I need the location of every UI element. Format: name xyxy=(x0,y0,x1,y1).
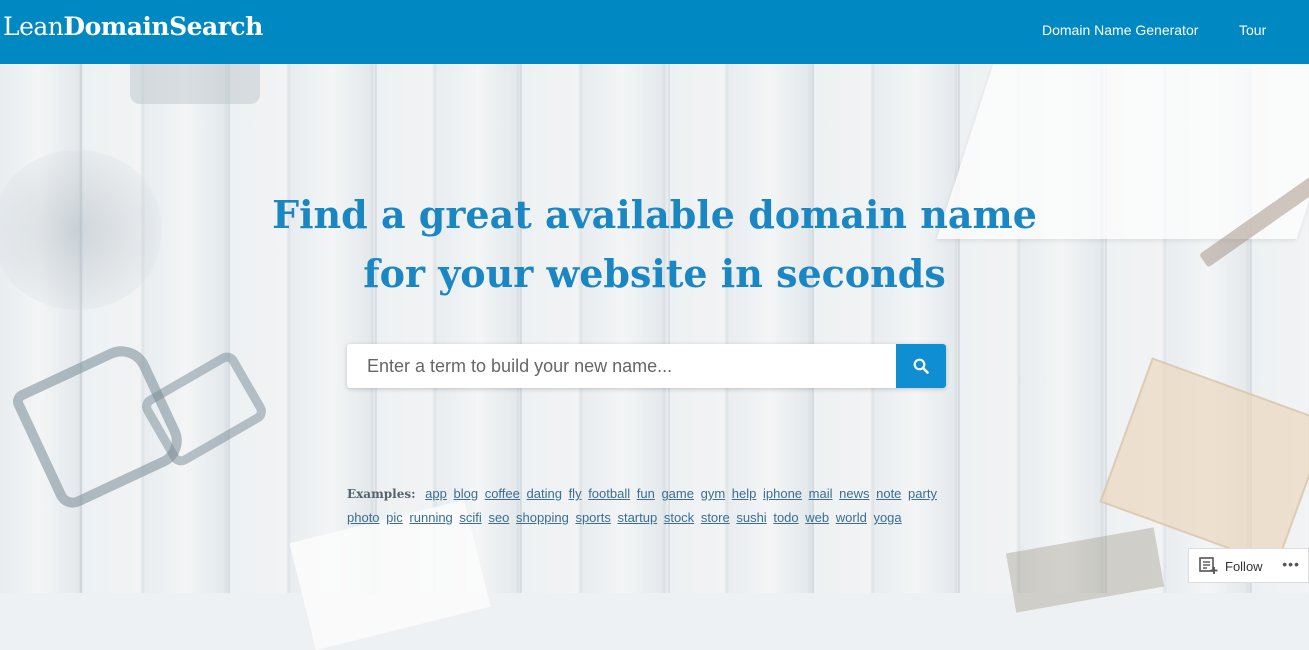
example-link-app[interactable]: app xyxy=(425,486,447,501)
search-box xyxy=(347,344,946,388)
example-link-seo[interactable]: seo xyxy=(488,510,509,525)
header-bar: LeanDomainSearch Domain Name Generator T… xyxy=(0,0,1309,64)
reader-follow-icon xyxy=(1199,557,1218,574)
example-link-store[interactable]: store xyxy=(701,510,730,525)
example-link-scifi[interactable]: scifi xyxy=(459,510,481,525)
follow-button[interactable]: Follow xyxy=(1199,557,1263,575)
example-link-fly[interactable]: fly xyxy=(569,486,582,501)
example-link-yoga[interactable]: yoga xyxy=(873,510,901,525)
search-button[interactable] xyxy=(896,344,946,388)
headline-line-1: Find a great available domain name xyxy=(272,192,1037,237)
example-link-note[interactable]: note xyxy=(876,486,901,501)
example-link-fun[interactable]: fun xyxy=(637,486,655,501)
example-link-dating[interactable]: dating xyxy=(527,486,562,501)
search-icon xyxy=(913,358,929,374)
example-link-coffee[interactable]: coffee xyxy=(485,486,520,501)
phone-decoration xyxy=(130,64,260,104)
logo-text-bold: DomainSearch xyxy=(63,12,263,41)
site-logo[interactable]: LeanDomainSearch xyxy=(3,12,263,41)
search-input[interactable] xyxy=(347,344,896,388)
example-link-football[interactable]: football xyxy=(588,486,630,501)
example-link-pic[interactable]: pic xyxy=(386,510,403,525)
hero-headline: Find a great available domain name for y… xyxy=(0,185,1309,303)
logo-text-light: Lean xyxy=(3,12,64,41)
examples-label: Examples: xyxy=(347,487,416,501)
nav-domain-name-generator[interactable]: Domain Name Generator xyxy=(1042,22,1198,38)
example-link-shopping[interactable]: shopping xyxy=(516,510,569,525)
example-link-todo[interactable]: todo xyxy=(773,510,798,525)
example-link-startup[interactable]: startup xyxy=(617,510,657,525)
example-link-gym[interactable]: gym xyxy=(701,486,726,501)
example-link-photo[interactable]: photo xyxy=(347,510,380,525)
example-link-running[interactable]: running xyxy=(409,510,452,525)
example-link-blog[interactable]: blog xyxy=(454,486,479,501)
follow-label: Follow xyxy=(1225,558,1263,574)
example-link-mail[interactable]: mail xyxy=(809,486,833,501)
nav-tour[interactable]: Tour xyxy=(1239,22,1266,38)
example-link-iphone[interactable]: iphone xyxy=(763,486,802,501)
example-link-stock[interactable]: stock xyxy=(664,510,694,525)
example-link-help[interactable]: help xyxy=(732,486,757,501)
headline-line-2: for your website in seconds xyxy=(363,251,946,296)
examples-list: Examples: app blog coffee dating fly foo… xyxy=(347,482,967,530)
example-link-party[interactable]: party xyxy=(908,486,937,501)
follow-widget: Follow ••• xyxy=(1188,548,1309,583)
example-link-world[interactable]: world xyxy=(836,510,867,525)
example-link-sports[interactable]: sports xyxy=(575,510,610,525)
example-link-sushi[interactable]: sushi xyxy=(736,510,766,525)
example-link-news[interactable]: news xyxy=(839,486,869,501)
example-link-game[interactable]: game xyxy=(661,486,694,501)
example-link-web[interactable]: web xyxy=(805,510,829,525)
more-options-icon[interactable]: ••• xyxy=(1282,556,1300,572)
